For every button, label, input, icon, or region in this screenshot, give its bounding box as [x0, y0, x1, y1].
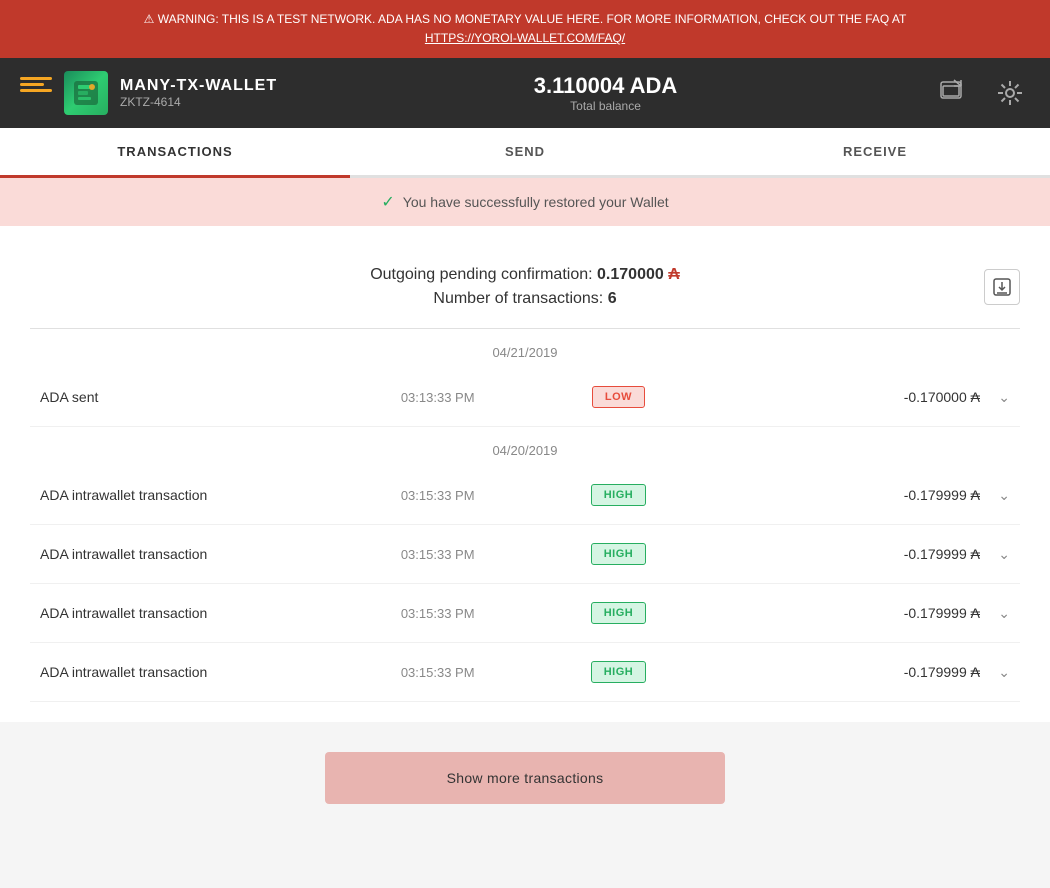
logo-line-1 — [20, 77, 52, 80]
tx-count-num: 6 — [608, 290, 617, 307]
header-right — [934, 73, 1030, 113]
pending-label: Outgoing pending confirmation: — [370, 266, 592, 283]
send-receive-icon — [939, 78, 969, 108]
wallet-name: MANY-TX-WALLET — [120, 77, 277, 95]
wallet-info: MANY-TX-WALLET ZKTZ-4614 — [120, 77, 277, 109]
badge-high-3: HIGH — [591, 543, 647, 565]
tx-count: Number of transactions: 6 — [30, 290, 1020, 308]
success-text: You have successfully restored your Wall… — [403, 194, 669, 210]
header-left: MANY-TX-WALLET ZKTZ-4614 — [20, 71, 277, 115]
badge-high-2: HIGH — [591, 484, 647, 506]
tx-amount-5: -0.179999 ₳ — [691, 664, 980, 680]
tab-send[interactable]: SEND — [350, 128, 700, 178]
date-2: 04/20/2019 — [492, 443, 557, 458]
table-row: ADA intrawallet transaction 03:15:33 PM … — [30, 466, 1020, 525]
tx-amount-4: -0.179999 ₳ — [691, 605, 980, 621]
warning-text: WARNING: THIS IS A TEST NETWORK. ADA HAS… — [158, 12, 907, 26]
show-more-button[interactable]: Show more transactions — [325, 752, 725, 804]
settings-icon-btn[interactable] — [990, 73, 1030, 113]
tx-amount-1: -0.170000 ₳ — [691, 389, 980, 405]
date-1: 04/21/2019 — [492, 345, 557, 360]
pending-text: Outgoing pending confirmation: 0.170000 … — [30, 266, 1020, 284]
tx-amount-2: -0.179999 ₳ — [691, 487, 980, 503]
tx-badge-wrap-2: HIGH — [546, 484, 691, 506]
chevron-down-icon-3[interactable]: ⌄ — [980, 546, 1010, 563]
tx-time-3: 03:15:33 PM — [329, 547, 546, 562]
wallet-avatar-svg — [72, 79, 100, 107]
tx-type-3: ADA intrawallet transaction — [40, 546, 329, 562]
settings-icon — [996, 79, 1024, 107]
wallet-avatar — [64, 71, 108, 115]
badge-low-1: LOW — [592, 386, 645, 408]
table-row: ADA intrawallet transaction 03:15:33 PM … — [30, 643, 1020, 702]
table-row: ADA intrawallet transaction 03:15:33 PM … — [30, 584, 1020, 643]
tx-badge-wrap-5: HIGH — [546, 661, 691, 683]
table-row: ADA intrawallet transaction 03:15:33 PM … — [30, 525, 1020, 584]
tx-badge-wrap-3: HIGH — [546, 543, 691, 565]
header: MANY-TX-WALLET ZKTZ-4614 3.110004 ADA To… — [0, 58, 1050, 128]
pending-amount: 0.170000 ₳ — [597, 266, 680, 283]
check-icon: ✓ — [381, 192, 394, 212]
warning-icon: ⚠ — [144, 12, 155, 26]
tx-type-5: ADA intrawallet transaction — [40, 664, 329, 680]
warning-link[interactable]: HTTPS://YOROI-WALLET.COM/FAQ/ — [425, 31, 625, 45]
balance-label: Total balance — [534, 99, 678, 113]
send-receive-icon-btn[interactable] — [934, 73, 974, 113]
tab-transactions[interactable]: TRANSACTIONS — [0, 128, 350, 178]
tx-type-2: ADA intrawallet transaction — [40, 487, 329, 503]
date-section-2: 04/20/2019 — [30, 427, 1020, 466]
chevron-down-icon-4[interactable]: ⌄ — [980, 605, 1010, 622]
logo-line-2 — [20, 83, 44, 86]
show-more-wrap: Show more transactions — [0, 722, 1050, 834]
date-section-1: 04/21/2019 — [30, 329, 1020, 368]
logo-line-3 — [20, 89, 52, 92]
balance-amount: 3.110004 ADA — [534, 73, 678, 99]
tx-time-1: 03:13:33 PM — [329, 390, 546, 405]
tx-badge-wrap-4: HIGH — [546, 602, 691, 624]
success-banner: ✓ You have successfully restored your Wa… — [0, 178, 1050, 226]
ada-symbol-1: ₳ — [668, 266, 680, 283]
pending-section: Outgoing pending confirmation: 0.170000 … — [30, 246, 1020, 329]
logo-icon[interactable] — [20, 77, 52, 109]
badge-high-5: HIGH — [591, 661, 647, 683]
chevron-down-icon-1[interactable]: ⌄ — [980, 389, 1010, 406]
chevron-down-icon-2[interactable]: ⌄ — [980, 487, 1010, 504]
export-icon — [993, 278, 1011, 296]
tx-type-1: ADA sent — [40, 389, 329, 405]
nav-tabs: TRANSACTIONS SEND RECEIVE — [0, 128, 1050, 178]
main-content: Outgoing pending confirmation: 0.170000 … — [0, 226, 1050, 722]
pending-amount-value: 0.170000 — [597, 266, 664, 283]
tx-time-2: 03:15:33 PM — [329, 488, 546, 503]
tab-receive[interactable]: RECEIVE — [700, 128, 1050, 178]
tx-count-label: Number of transactions: — [433, 290, 603, 307]
badge-high-4: HIGH — [591, 602, 647, 624]
header-center: 3.110004 ADA Total balance — [534, 73, 678, 113]
chevron-down-icon-5[interactable]: ⌄ — [980, 664, 1010, 681]
tx-badge-wrap-1: LOW — [546, 386, 691, 408]
tx-time-4: 03:15:33 PM — [329, 606, 546, 621]
export-button[interactable] — [984, 269, 1020, 305]
tx-time-5: 03:15:33 PM — [329, 665, 546, 680]
warning-banner: ⚠ WARNING: THIS IS A TEST NETWORK. ADA H… — [0, 0, 1050, 58]
tx-type-4: ADA intrawallet transaction — [40, 605, 329, 621]
tx-amount-3: -0.179999 ₳ — [691, 546, 980, 562]
wallet-id: ZKTZ-4614 — [120, 95, 277, 109]
table-row: ADA sent 03:13:33 PM LOW -0.170000 ₳ ⌄ — [30, 368, 1020, 427]
